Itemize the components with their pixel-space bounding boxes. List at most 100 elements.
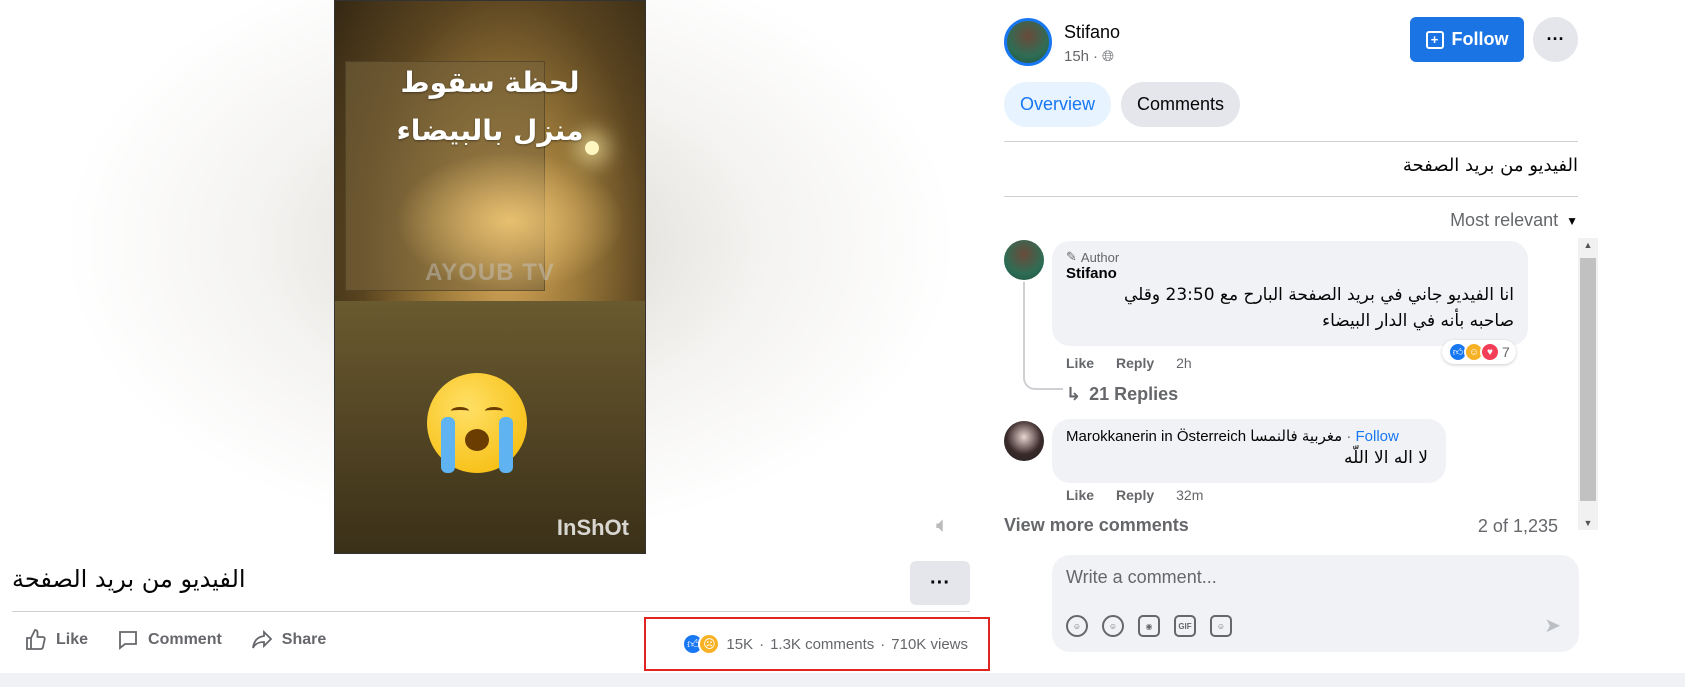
share-label: Share: [281, 631, 327, 648]
send-icon[interactable]: ➤: [1544, 613, 1561, 638]
video-watermark: AYOUB TV: [425, 259, 555, 286]
author-name[interactable]: Stifano: [1064, 22, 1120, 43]
comment-reactions[interactable]: 👍︎ ☺ ♥ 7: [1442, 340, 1516, 364]
video-overlay-text: لحظة سقوط منزل بالبيضاء: [335, 59, 645, 155]
emoji-icon[interactable]: ☺: [1102, 615, 1124, 637]
reply-arrow-icon: ↳: [1066, 384, 1082, 404]
comment-reply-button[interactable]: Reply: [1116, 487, 1154, 503]
mute-icon[interactable]: 🔈︎: [936, 512, 949, 538]
comment-text-line2: صاحبه بأنه في الدار البيضاء: [1322, 311, 1514, 331]
gif-icon[interactable]: GIF: [1174, 615, 1196, 637]
composer-tools: ☺ ☺ ◉ GIF ☺: [1066, 615, 1232, 637]
author-meta: 15h · 🌐︎: [1064, 48, 1114, 65]
comments-scrollbar[interactable]: ▲ ▼: [1578, 238, 1598, 530]
engagement-stats: 👍︎ ☹ 15K · 1.3K comments · 710K views: [644, 617, 990, 671]
comment-input[interactable]: Write a comment...: [1066, 567, 1217, 588]
comments-count[interactable]: 1.3K comments: [770, 636, 874, 653]
sad-reaction-icon: ☹: [698, 633, 721, 655]
sort-label: Most relevant: [1450, 210, 1559, 230]
emoji-eye-right: [485, 407, 503, 415]
stats-separator: ·: [759, 635, 765, 653]
panel-tabs: Overview Comments: [1004, 82, 1241, 127]
globe-icon: 🌐︎: [1102, 48, 1115, 65]
comment-bubble: Marokkanerin in Österreich مغربية فالنمس…: [1052, 419, 1446, 483]
post-actions: Like Comment Share: [24, 628, 326, 652]
comment-author-name[interactable]: Stifano: [1066, 265, 1514, 282]
comment-bubble: ✎ Author Stifano انا الفيديو جاني في بري…: [1052, 241, 1528, 346]
divider: [12, 611, 970, 612]
view-more-comments-button[interactable]: View more comments: [1004, 515, 1189, 536]
emoji-tear-right: [499, 417, 513, 473]
commenter-avatar[interactable]: [1004, 421, 1044, 461]
comment-icon: [119, 631, 137, 650]
comment-author-name[interactable]: Marokkanerin in Österreich مغربية فالنمس…: [1066, 428, 1342, 445]
pencil-icon: ✎: [1066, 249, 1077, 264]
comment-text: انا الفيديو جاني في بريد الصفحة البارح م…: [1066, 282, 1514, 334]
meta-separator: ·: [1093, 48, 1099, 65]
crying-face-icon: [427, 373, 527, 473]
post-more-button[interactable]: ···: [910, 561, 970, 605]
comment-follow-link[interactable]: Follow: [1356, 428, 1399, 445]
view-replies-button[interactable]: ↳ 21 Replies: [1066, 384, 1178, 405]
comment-text: لا اله الا اللّه: [1344, 448, 1428, 468]
emoji-mouth: [465, 429, 489, 451]
camera-icon[interactable]: ◉: [1138, 615, 1160, 637]
reaction-icons[interactable]: 👍︎ ☹: [682, 633, 721, 655]
comment-like-button[interactable]: Like: [1066, 355, 1094, 371]
page-footer-strip: [0, 673, 1685, 687]
comment-actions: Like Reply 32m: [1066, 487, 1203, 503]
caret-down-icon: ▼: [1566, 213, 1578, 228]
avatar-sticker-icon[interactable]: ☺: [1066, 615, 1088, 637]
like-label: Like: [56, 631, 89, 648]
comment-reply-button[interactable]: Reply: [1116, 355, 1154, 371]
badge-label: Author: [1080, 249, 1120, 265]
comment-count: 2 of 1,235: [1477, 516, 1558, 536]
post-description: الفيديو من بريد الصفحة: [1402, 155, 1578, 176]
commenter-avatar[interactable]: [1004, 240, 1044, 280]
post-title: الفيديو من بريد الصفحة: [12, 565, 246, 593]
media-pane: لحظة سقوط منزل بالبيضاء AYOUB TV InShOt …: [0, 0, 1000, 687]
emoji-tear-left: [441, 417, 455, 473]
comment-text-line1: انا الفيديو جاني في بريد الصفحة البارح م…: [1123, 285, 1514, 305]
video-player[interactable]: لحظة سقوط منزل بالبيضاء AYOUB TV InShOt: [334, 0, 646, 554]
sort-dropdown[interactable]: Most relevant ▼: [1450, 210, 1578, 231]
divider: [1004, 141, 1578, 142]
comment-like-button[interactable]: Like: [1066, 487, 1094, 503]
emoji-eye-left: [451, 407, 469, 415]
follow-label: Follow: [1451, 29, 1509, 49]
reaction-count[interactable]: 15K: [726, 636, 753, 653]
author-badge: ✎ Author: [1066, 249, 1514, 265]
scroll-down-icon[interactable]: ▼: [1578, 518, 1598, 528]
comment-time[interactable]: 2h: [1176, 355, 1192, 371]
author-avatar[interactable]: [1004, 18, 1052, 66]
views-count: 710K views: [891, 635, 968, 653]
add-page-icon: +: [1425, 30, 1444, 49]
love-reaction-icon: ♥: [1480, 342, 1500, 362]
video-overlay-line2: منزل بالبيضاء: [396, 114, 584, 147]
comment-button[interactable]: Comment: [116, 628, 222, 652]
replies-label: 21 Replies: [1089, 384, 1179, 404]
tab-comments[interactable]: Comments: [1121, 82, 1241, 127]
comment-reaction-count: 7: [1502, 344, 1510, 360]
scroll-thumb[interactable]: [1580, 258, 1596, 501]
comment-actions: Like Reply 2h: [1066, 355, 1192, 371]
comment-time[interactable]: 32m: [1176, 487, 1203, 503]
tab-overview[interactable]: Overview: [1004, 82, 1112, 127]
author-more-button[interactable]: ···: [1533, 17, 1578, 62]
sticker-icon[interactable]: ☺: [1210, 615, 1232, 637]
post-time[interactable]: 15h: [1064, 48, 1089, 65]
share-button[interactable]: Share: [250, 628, 326, 652]
follow-button[interactable]: + Follow: [1410, 17, 1524, 62]
comment-label: Comment: [148, 631, 222, 648]
video-overlay-line1: لحظة سقوط: [400, 66, 580, 99]
thumbs-up-icon: [26, 629, 46, 650]
divider: [1004, 196, 1578, 197]
scroll-up-icon[interactable]: ▲: [1578, 240, 1598, 250]
inshot-watermark: InShOt: [556, 515, 629, 540]
comment-composer[interactable]: Write a comment... ☺ ☺ ◉ GIF ☺ ➤: [1052, 555, 1579, 652]
comment-header: Marokkanerin in Österreich مغربية فالنمس…: [1066, 427, 1432, 445]
post-viewer: لحظة سقوط منزل بالبيضاء AYOUB TV InShOt …: [0, 0, 1685, 687]
post-details-panel: Stifano 15h · 🌐︎ + Follow ··· Overview C…: [1000, 0, 1685, 673]
share-icon: [251, 629, 273, 649]
like-button[interactable]: Like: [24, 628, 88, 652]
